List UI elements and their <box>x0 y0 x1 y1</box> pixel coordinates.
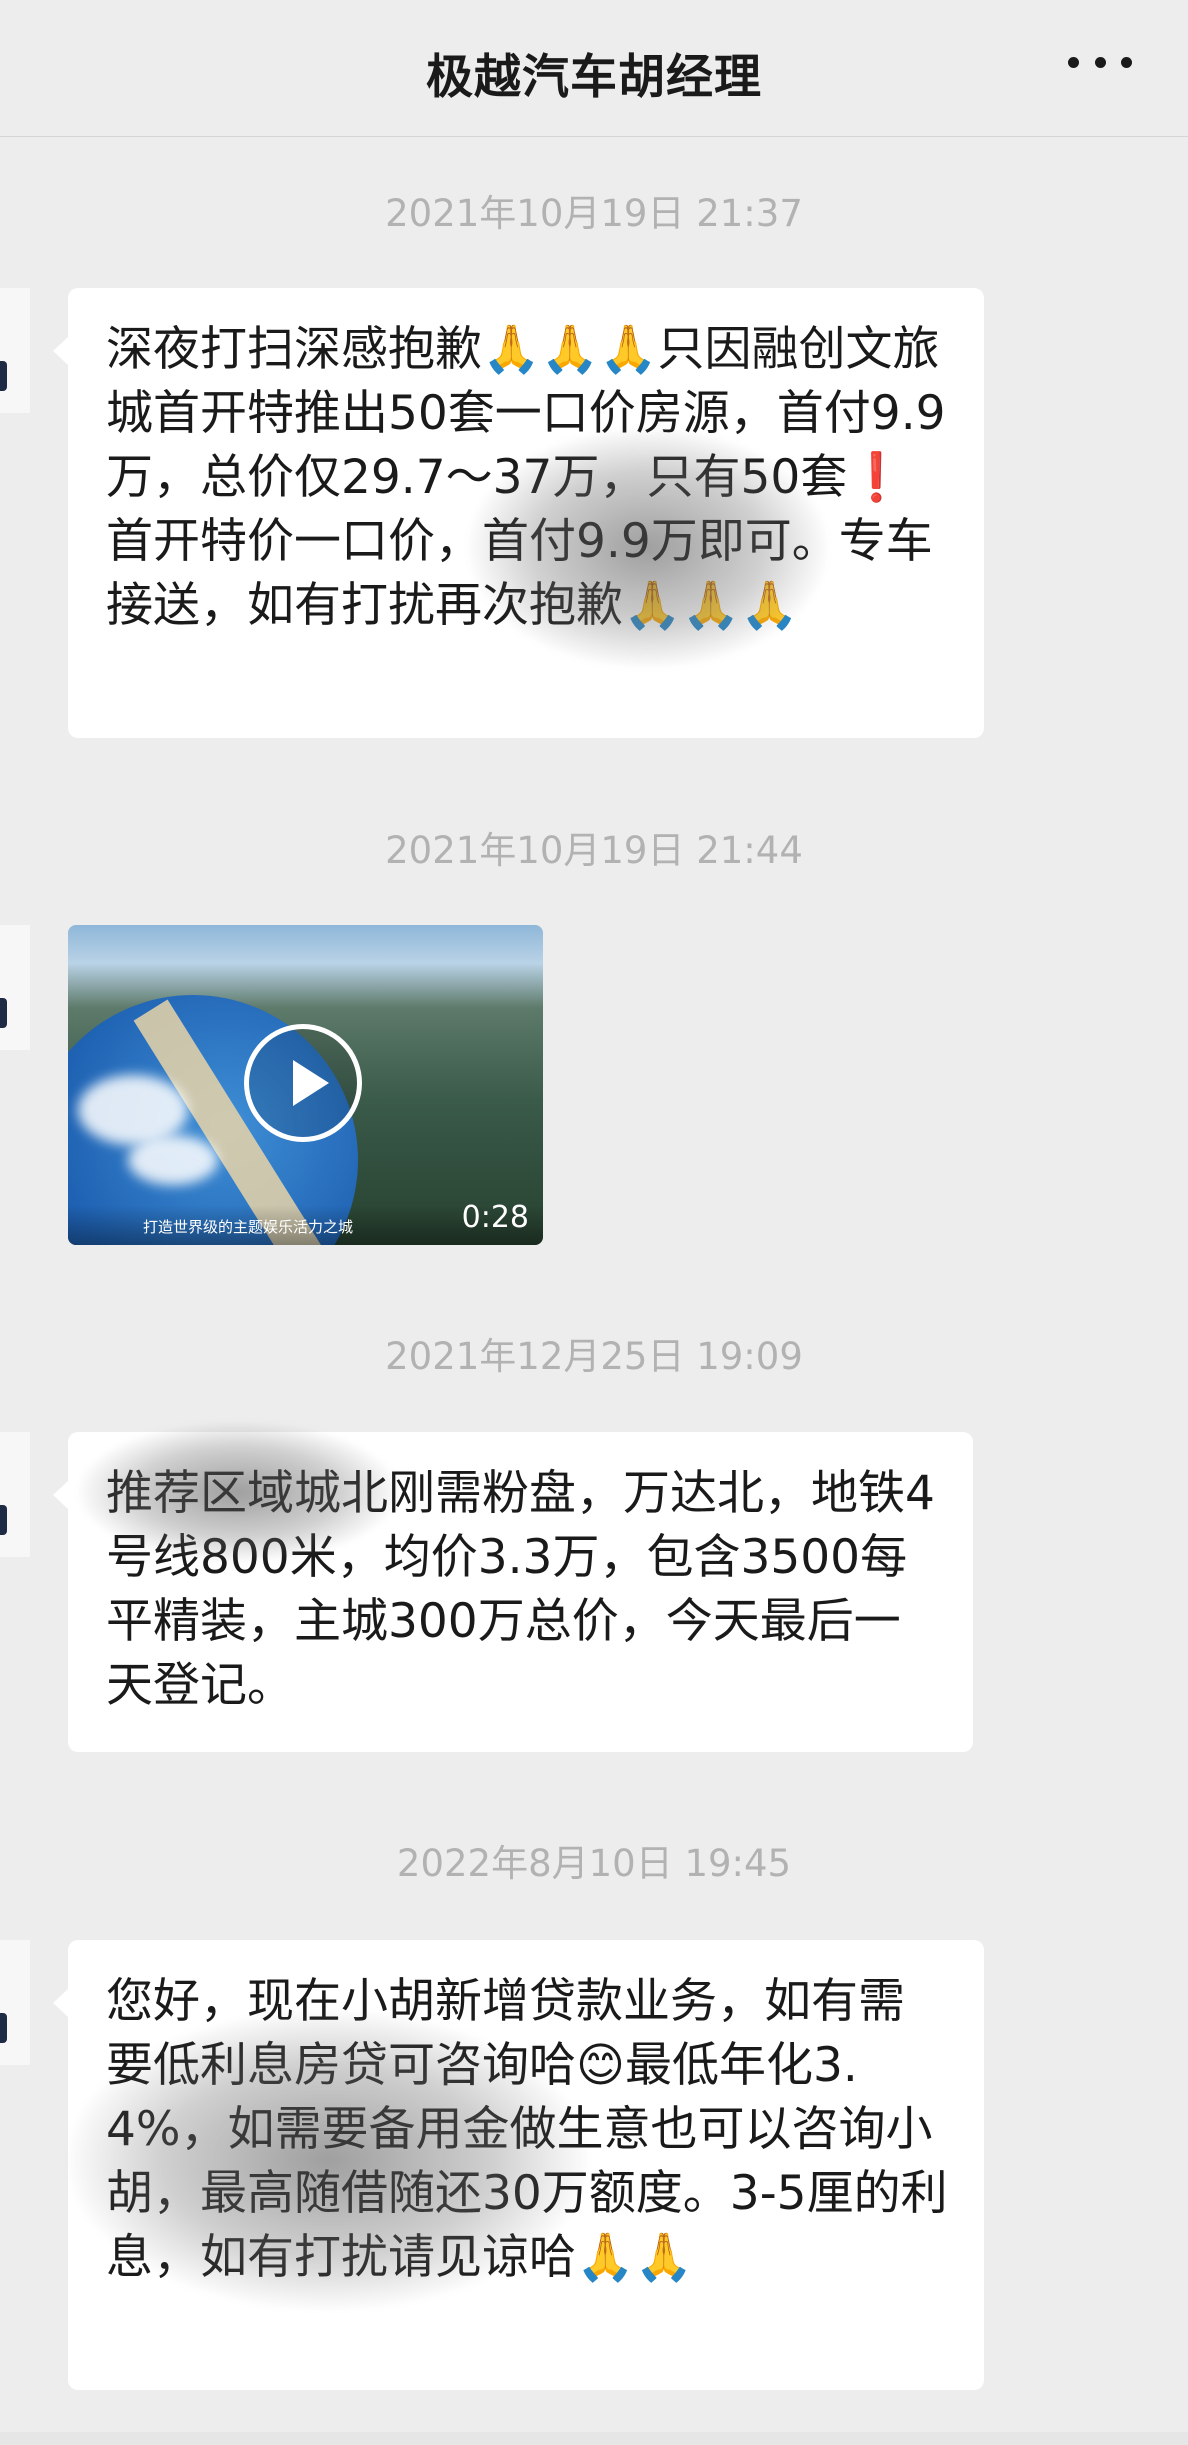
message-text: 深夜打扫深感抱歉🙏🙏🙏只因融创文旅城首开特推出50套一口价房源，首付9.9万，总… <box>106 322 946 633</box>
chat-title: 极越汽车胡经理 <box>426 50 762 105</box>
message-timestamp: 2021年10月19日 21:37 <box>385 192 803 235</box>
message-bubble[interactable]: 深夜打扫深感抱歉🙏🙏🙏只因融创文旅城首开特推出50套一口价房源，首付9.9万，总… <box>53 288 984 738</box>
message-text: 推荐区域城北刚需粉盘，万达北，地铁4号线800米，均价3.3万，包含3500每平… <box>106 1466 935 1713</box>
avatar[interactable] <box>0 1940 30 2065</box>
message-bubble[interactable]: 您好，现在小胡新增贷款业务，如有需要低利息房贷可咨询哈😊最低年化3.4%，如需要… <box>53 1940 984 2390</box>
bottom-bar <box>0 2432 1188 2445</box>
video-message[interactable]: 打造世界级的主题娱乐活力之城 0:28 <box>68 925 543 1245</box>
video-duration: 0:28 <box>461 1200 529 1235</box>
chat-header: 极越汽车胡经理 <box>0 0 1188 137</box>
message-bubble[interactable]: 推荐区域城北刚需粉盘，万达北，地铁4号线800米，均价3.3万，包含3500每平… <box>53 1422 973 1752</box>
avatar[interactable] <box>0 925 30 1050</box>
avatar[interactable] <box>0 1432 30 1557</box>
message-text: 您好，现在小胡新增贷款业务，如有需要低利息房贷可咨询哈😊最低年化3.4%，如需要… <box>106 1974 948 2285</box>
message-timestamp: 2021年10月19日 21:44 <box>385 829 803 872</box>
video-caption: 打造世界级的主题娱乐活力之城 <box>142 1218 353 1236</box>
more-dots-icon[interactable] <box>1068 52 1132 72</box>
video-cloud <box>128 1135 218 1185</box>
play-icon[interactable] <box>244 1024 362 1142</box>
message-timestamp: 2022年8月10日 19:45 <box>396 1842 792 1885</box>
avatar[interactable] <box>0 288 30 413</box>
message-timestamp: 2021年12月25日 19:09 <box>385 1335 803 1378</box>
